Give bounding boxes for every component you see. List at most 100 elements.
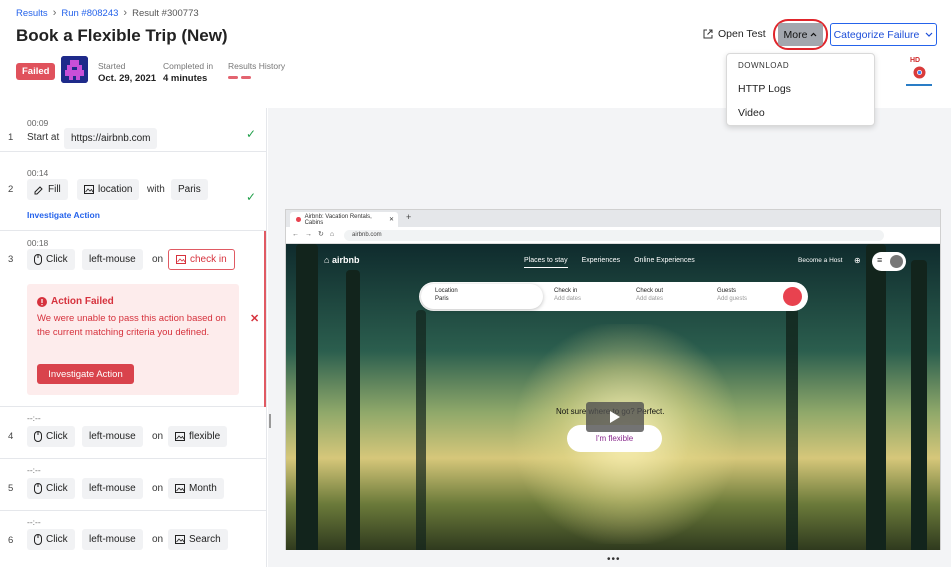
steps-panel: 00:09 1 Start at https://airbnb.com ✓ 00… bbox=[0, 108, 267, 567]
breadcrumb-run-link[interactable]: Run #808243 bbox=[61, 8, 118, 19]
step-mouse-button-chip: left-mouse bbox=[82, 249, 143, 270]
chevron-up-icon bbox=[811, 32, 817, 37]
results-history-label: Results History bbox=[228, 61, 286, 71]
hd-badge: HD bbox=[910, 57, 921, 64]
step-time: --:-- bbox=[27, 465, 41, 475]
step-action-label: Click bbox=[46, 254, 68, 265]
step-row[interactable]: --:-- 5 Click left-mouse on Month bbox=[0, 459, 267, 511]
step-element-chip[interactable]: Month bbox=[168, 478, 224, 499]
history-bar[interactable] bbox=[241, 76, 251, 79]
categorize-failure-button[interactable]: Categorize Failure bbox=[830, 23, 937, 46]
step-connector: on bbox=[152, 483, 164, 494]
location-label: Location bbox=[435, 288, 458, 294]
step-element-chip-failed[interactable]: check in bbox=[168, 249, 235, 270]
mouse-icon bbox=[34, 534, 42, 545]
completed-value: 4 minutes bbox=[163, 73, 208, 84]
browser-tab: Airbnb: Vacation Rentals, Cabins ✕ bbox=[290, 212, 398, 227]
alert-message: We were unable to pass this action based… bbox=[37, 313, 226, 338]
more-button[interactable]: More bbox=[778, 23, 823, 46]
airbnb-logo: ⌂ airbnb bbox=[324, 255, 360, 265]
globe-icon: ⊕ bbox=[854, 256, 861, 265]
step-row[interactable]: 00:14 2 Fill location with Paris ✓ Inves… bbox=[0, 152, 267, 231]
step-target-url: https://airbnb.com bbox=[64, 128, 158, 149]
nav-online-experiences: Online Experiences bbox=[634, 257, 695, 264]
menu-item-http-logs[interactable]: HTTP Logs bbox=[738, 83, 791, 95]
step-row[interactable]: 00:09 1 Start at https://airbnb.com ✓ bbox=[0, 108, 267, 152]
step-mouse-button-label: left-mouse bbox=[89, 254, 136, 265]
check-icon: ✓ bbox=[246, 190, 257, 204]
browser-addressbar: ←→↻⌂ airbnb.com bbox=[286, 227, 940, 244]
avatar bbox=[61, 56, 88, 83]
nav-places-to-stay: Places to stay bbox=[524, 257, 568, 268]
action-failed-alert: Action Failed We were unable to pass thi… bbox=[27, 284, 239, 395]
mouse-icon bbox=[34, 483, 42, 494]
image-icon bbox=[176, 255, 186, 264]
step-mouse-button-label: left-mouse bbox=[89, 483, 136, 494]
step-connector: on bbox=[152, 431, 164, 442]
step-action-label: Fill bbox=[48, 184, 61, 195]
step-element-chip[interactable]: Search bbox=[168, 529, 228, 550]
browser-tab-title: Airbnb: Vacation Rentals, Cabins bbox=[304, 213, 372, 226]
become-host-link: Become a Host bbox=[798, 257, 843, 264]
investigate-action-button[interactable]: Investigate Action bbox=[37, 364, 134, 384]
tree-trunk bbox=[416, 310, 426, 550]
step-action-chip: Click bbox=[27, 529, 75, 550]
step-number: 4 bbox=[8, 431, 14, 442]
guests-label: Guests bbox=[717, 288, 737, 294]
search-checkin: Check in Add dates bbox=[554, 288, 581, 302]
step-element-label: Search bbox=[189, 534, 221, 545]
guests-placeholder: Add guests bbox=[717, 296, 748, 302]
step-action: Start at bbox=[27, 132, 60, 143]
hd-browser-tab[interactable]: HD bbox=[906, 57, 932, 87]
open-test-button[interactable]: Open Test bbox=[703, 28, 766, 40]
more-label: More bbox=[783, 28, 808, 41]
history-bar[interactable] bbox=[228, 76, 238, 79]
edit-icon bbox=[34, 185, 43, 194]
breadcrumb-results-link[interactable]: Results bbox=[16, 8, 48, 19]
investigate-action-link[interactable]: Investigate Action bbox=[27, 210, 100, 220]
step-connector: on bbox=[152, 534, 164, 545]
step-element-chip[interactable]: flexible bbox=[168, 426, 228, 447]
panel-resize-handle[interactable] bbox=[269, 414, 271, 428]
alert-circle-icon bbox=[37, 296, 47, 307]
checkin-placeholder: Add dates bbox=[554, 296, 582, 302]
step-element-chip[interactable]: location bbox=[77, 179, 140, 200]
image-icon bbox=[84, 185, 94, 194]
search-location: Location Paris bbox=[435, 288, 458, 302]
results-history-bars[interactable] bbox=[228, 76, 285, 79]
step-element-label: location bbox=[98, 184, 133, 195]
search-guests: Guests Add guests bbox=[717, 288, 747, 302]
alert-title-label: Action Failed bbox=[51, 296, 114, 307]
step-element-label: check in bbox=[190, 254, 227, 265]
step-number: 1 bbox=[8, 132, 14, 143]
menu-item-video[interactable]: Video bbox=[738, 107, 765, 119]
step-row[interactable]: --:-- 4 Click left-mouse on flexible bbox=[0, 407, 267, 459]
page-title: Book a Flexible Trip (New) bbox=[16, 26, 228, 45]
user-icon bbox=[890, 255, 903, 268]
step-number: 5 bbox=[8, 483, 14, 494]
step-mouse-button-label: left-mouse bbox=[89, 534, 136, 545]
step-value-chip: Paris bbox=[171, 179, 208, 200]
step-time: --:-- bbox=[27, 517, 41, 527]
step-connector: with bbox=[147, 184, 165, 195]
more-options-icon[interactable]: ••• bbox=[607, 554, 621, 565]
breadcrumb-current: Result #300773 bbox=[132, 7, 199, 19]
status-badge: Failed bbox=[16, 63, 56, 80]
mouse-icon bbox=[34, 254, 42, 265]
checkout-label: Check out bbox=[636, 288, 664, 294]
location-value: Paris bbox=[435, 296, 449, 302]
tree-trunk bbox=[296, 244, 318, 550]
external-link-icon bbox=[703, 29, 713, 39]
airbnb-brand-label: airbnb bbox=[331, 255, 360, 265]
step-action-chip: Fill bbox=[27, 179, 68, 200]
close-icon: ✕ bbox=[388, 217, 394, 223]
checkin-label: Check in bbox=[554, 288, 578, 294]
step-action-chip: Click bbox=[27, 478, 75, 499]
play-icon[interactable] bbox=[586, 402, 644, 432]
search-icon bbox=[783, 287, 802, 306]
step-row[interactable]: --:-- 6 Click left-mouse on Search bbox=[0, 511, 267, 567]
image-icon bbox=[175, 484, 185, 493]
dropdown-heading: DOWNLOAD bbox=[738, 61, 790, 70]
step-number: 2 bbox=[8, 184, 14, 195]
step-value-label: Paris bbox=[178, 184, 201, 195]
